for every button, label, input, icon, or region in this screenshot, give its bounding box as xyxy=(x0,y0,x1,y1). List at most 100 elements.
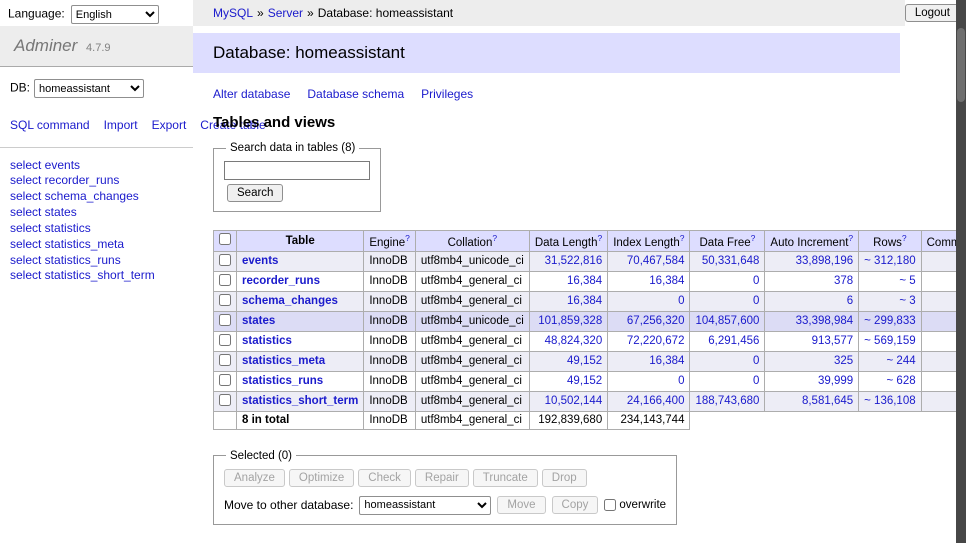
data-length-link[interactable]: 49,152 xyxy=(567,375,602,387)
data-free-link[interactable]: 6,291,456 xyxy=(708,335,759,347)
row-checkbox[interactable] xyxy=(219,314,231,326)
auto-increment-link[interactable]: 325 xyxy=(834,355,853,367)
privileges-link[interactable]: Privileges xyxy=(421,87,473,101)
auto-increment-link[interactable]: 913,577 xyxy=(812,335,854,347)
data-length-link[interactable]: 48,824,320 xyxy=(545,335,603,347)
table-name-link[interactable]: recorder_runs xyxy=(242,275,320,287)
help-icon[interactable]: ? xyxy=(848,233,853,243)
rows-count-link[interactable]: ~ 628 xyxy=(887,375,916,387)
truncate-button[interactable]: Truncate xyxy=(473,469,538,487)
index-length-link[interactable]: 16,384 xyxy=(649,355,684,367)
data-free-link[interactable]: 0 xyxy=(753,355,759,367)
auto-increment-link[interactable]: 378 xyxy=(834,275,853,287)
rows-count-link[interactable]: ~ 136,108 xyxy=(864,395,915,407)
search-input[interactable] xyxy=(224,161,370,180)
row-checkbox[interactable] xyxy=(219,274,231,286)
help-icon[interactable]: ? xyxy=(751,233,756,243)
index-length-link[interactable]: 67,256,320 xyxy=(627,315,685,327)
auto-increment-link[interactable]: 33,898,196 xyxy=(796,255,854,267)
data-length-link[interactable]: 10,502,144 xyxy=(545,395,603,407)
sidebar-action-link[interactable]: Export xyxy=(152,118,187,132)
row-checkbox[interactable] xyxy=(219,334,231,346)
data-length-link[interactable]: 16,384 xyxy=(567,295,602,307)
language-select[interactable]: English xyxy=(71,5,159,24)
auto-increment-link[interactable]: 6 xyxy=(847,295,853,307)
rows-count-link[interactable]: ~ 299,833 xyxy=(864,315,915,327)
data-length-link[interactable]: 101,859,328 xyxy=(538,315,602,327)
index-length-link[interactable]: 70,467,584 xyxy=(627,255,685,267)
sidebar-table-link[interactable]: select recorder_runs xyxy=(10,173,183,189)
row-checkbox[interactable] xyxy=(219,354,231,366)
move-button[interactable]: Move xyxy=(497,496,545,514)
copy-button[interactable]: Copy xyxy=(552,496,599,514)
adminer-logo-link[interactable]: Adminer xyxy=(14,36,77,55)
auto-increment-link[interactable]: 39,999 xyxy=(818,375,853,387)
search-button[interactable]: Search xyxy=(227,184,283,202)
rows-count-link[interactable]: ~ 312,180 xyxy=(864,255,915,267)
index-length-link[interactable]: 0 xyxy=(678,375,684,387)
data-length-link[interactable]: 31,522,816 xyxy=(545,255,603,267)
row-checkbox[interactable] xyxy=(219,254,231,266)
table-name-link[interactable]: events xyxy=(242,255,278,267)
data-free-link[interactable]: 0 xyxy=(753,375,759,387)
index-length-link[interactable]: 0 xyxy=(678,295,684,307)
select-all-checkbox[interactable] xyxy=(219,233,231,245)
alter-database-link[interactable]: Alter database xyxy=(213,87,290,101)
rows-count-link[interactable]: ~ 244 xyxy=(887,355,916,367)
move-db-select[interactable]: homeassistant xyxy=(359,496,491,515)
data-length-link[interactable]: 16,384 xyxy=(567,275,602,287)
data-length-link[interactable]: 49,152 xyxy=(567,355,602,367)
repair-button[interactable]: Repair xyxy=(415,469,469,487)
help-icon[interactable]: ? xyxy=(597,233,602,243)
sidebar-table-link[interactable]: select states xyxy=(10,205,183,221)
rows-count-link[interactable]: ~ 5 xyxy=(899,275,915,287)
data-free-link[interactable]: 104,857,600 xyxy=(695,315,759,327)
data-free-link[interactable]: 0 xyxy=(753,295,759,307)
help-icon[interactable]: ? xyxy=(680,233,685,243)
check-button[interactable]: Check xyxy=(358,469,411,487)
index-length-link[interactable]: 16,384 xyxy=(649,275,684,287)
auto-increment-link[interactable]: 33,398,984 xyxy=(796,315,854,327)
drop-button[interactable]: Drop xyxy=(542,469,587,487)
overwrite-checkbox[interactable] xyxy=(604,499,616,511)
sidebar-action-link[interactable]: Import xyxy=(104,118,138,132)
table-name-link[interactable]: statistics_short_term xyxy=(242,395,358,407)
scrollbar[interactable] xyxy=(956,0,966,543)
help-icon[interactable]: ? xyxy=(902,233,907,243)
table-name-link[interactable]: schema_changes xyxy=(242,295,338,307)
data-free-link[interactable]: 0 xyxy=(753,275,759,287)
database-schema-link[interactable]: Database schema xyxy=(307,87,404,101)
data-free-link[interactable]: 188,743,680 xyxy=(695,395,759,407)
sidebar-table-link[interactable]: select statistics_meta xyxy=(10,237,183,253)
help-icon[interactable]: ? xyxy=(492,233,497,243)
analyze-button[interactable]: Analyze xyxy=(224,469,285,487)
breadcrumb-current: Database: homeassistant xyxy=(318,6,453,20)
optimize-button[interactable]: Optimize xyxy=(289,469,354,487)
row-checkbox[interactable] xyxy=(219,374,231,386)
row-checkbox[interactable] xyxy=(219,294,231,306)
index-length-link[interactable]: 72,220,672 xyxy=(627,335,685,347)
rows-count-link[interactable]: ~ 3 xyxy=(899,295,915,307)
table-name-link[interactable]: states xyxy=(242,315,275,327)
sidebar-table-link[interactable]: select statistics xyxy=(10,221,183,237)
sidebar-action-link[interactable]: SQL command xyxy=(10,118,90,132)
sidebar-table-link[interactable]: select events xyxy=(10,158,183,174)
scrollbar-thumb[interactable] xyxy=(957,28,965,102)
help-icon[interactable]: ? xyxy=(405,233,410,243)
rows-count-link[interactable]: ~ 569,159 xyxy=(864,335,915,347)
sidebar-table-link[interactable]: select statistics_runs xyxy=(10,253,183,269)
index-length-link[interactable]: 24,166,400 xyxy=(627,395,685,407)
row-checkbox[interactable] xyxy=(219,394,231,406)
db-select[interactable]: homeassistant xyxy=(34,79,144,98)
logout-button[interactable]: Logout xyxy=(905,4,960,22)
auto-increment-link[interactable]: 8,581,645 xyxy=(802,395,853,407)
breadcrumb-link-server[interactable]: Server xyxy=(268,6,303,20)
overwrite-label[interactable]: overwrite xyxy=(619,499,666,511)
table-name-link[interactable]: statistics xyxy=(242,335,292,347)
table-name-link[interactable]: statistics_meta xyxy=(242,355,325,367)
data-free-link[interactable]: 50,331,648 xyxy=(702,255,760,267)
sidebar-table-link[interactable]: select schema_changes xyxy=(10,189,183,205)
sidebar-table-link[interactable]: select statistics_short_term xyxy=(10,268,183,284)
table-name-link[interactable]: statistics_runs xyxy=(242,375,323,387)
breadcrumb-link-mysql[interactable]: MySQL xyxy=(213,6,253,20)
